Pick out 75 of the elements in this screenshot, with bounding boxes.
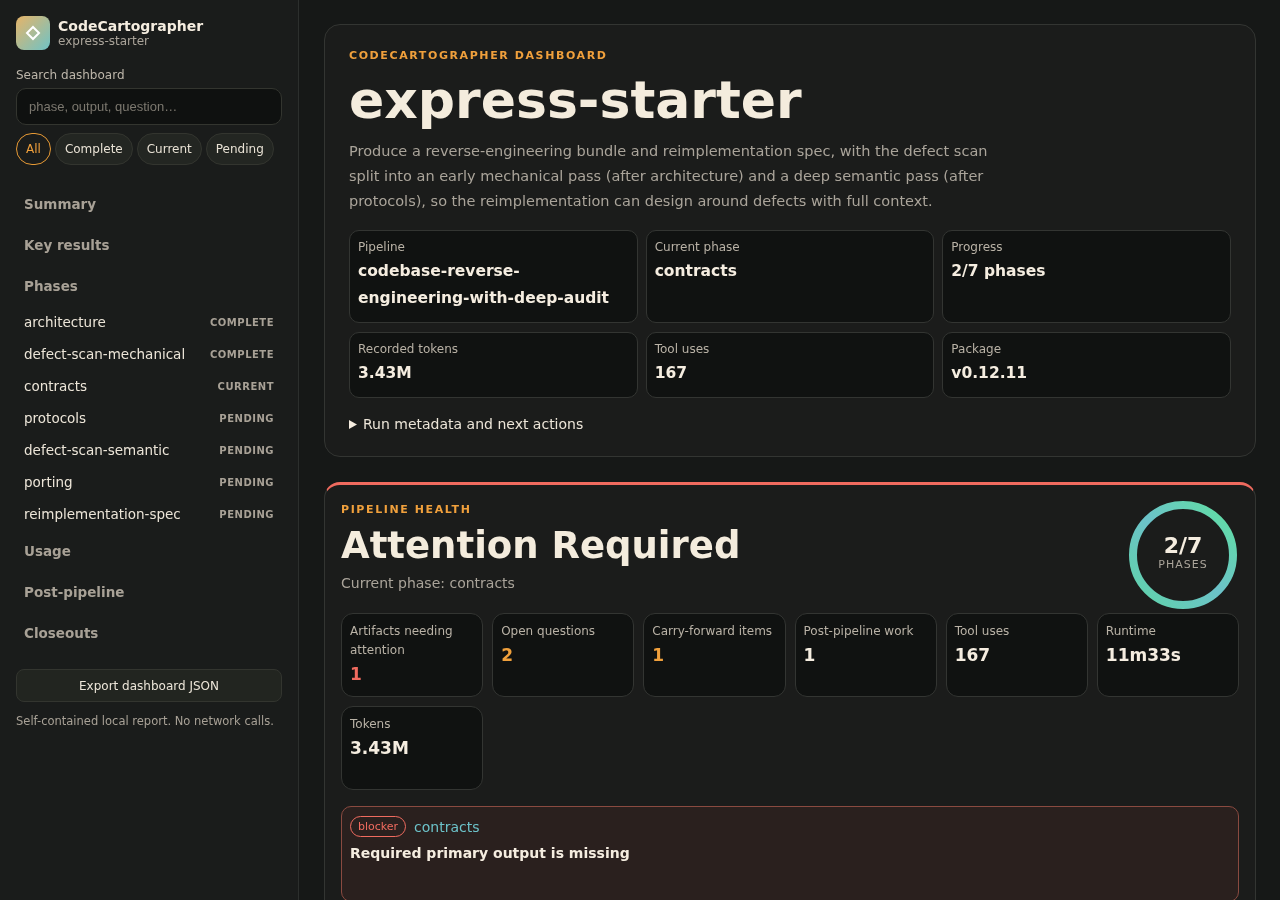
stat-value: 167: [954, 645, 992, 666]
details-toggle[interactable]: Run metadata and next actions: [349, 416, 584, 433]
fact-label: Progress: [951, 240, 1004, 255]
issue-title: Required primary output is missing: [350, 845, 631, 862]
phase-name: defect-scan-semantic: [24, 442, 170, 458]
phase-nav-item[interactable]: defect-scan-semantic PENDING: [16, 434, 282, 466]
phase-nav-item[interactable]: defect-scan-mechanical COMPLETE: [16, 338, 282, 370]
stat-label: Open questions: [501, 623, 597, 641]
fact-value: contracts: [654, 261, 738, 283]
stat-value: 1: [652, 645, 666, 666]
app-name: CodeCartographer: [58, 18, 204, 34]
fact-label: Pipeline: [358, 240, 406, 255]
export-button[interactable]: Export dashboard JSON: [16, 669, 282, 702]
phase-name: architecture: [24, 314, 106, 330]
fact-label: Package: [951, 342, 1003, 357]
stat-value: 1: [350, 664, 363, 685]
filter-chip[interactable]: Complete: [54, 133, 133, 165]
fact-value: v0.12.11: [951, 363, 1029, 385]
phase-status: PENDING: [219, 508, 274, 520]
stat-value: 3.43M: [350, 738, 410, 759]
phase-name: contracts: [24, 378, 88, 394]
stat-label: Tokens: [350, 716, 392, 734]
stat-label: Artifacts needing attention: [350, 623, 454, 660]
project-title: express-starter: [349, 72, 803, 130]
health-title: Attention Required: [341, 524, 741, 568]
fact-label: Tool uses: [654, 342, 711, 357]
ring-value: 2/7: [1163, 533, 1203, 559]
project-name: express-starter: [58, 34, 151, 48]
fact-label: Current phase: [654, 240, 741, 255]
nav-section[interactable]: Phases: [16, 265, 282, 306]
fact-value: 2/7 phases: [951, 261, 1047, 283]
fact-value: 167: [654, 363, 688, 385]
phase-status: CURRENT: [217, 380, 274, 392]
phase-nav-item[interactable]: porting PENDING: [16, 466, 282, 498]
stat-label: Tool uses: [954, 623, 1011, 641]
phase-status: PENDING: [219, 476, 274, 488]
nav-section[interactable]: Post-pipeline: [16, 571, 282, 612]
fact-value: 3.43M: [358, 363, 413, 385]
eyebrow-label: CODECARTOGRAPHER DASHBOARD: [349, 49, 609, 62]
health-subtitle: Current phase: contracts: [341, 575, 516, 592]
phase-status: PENDING: [219, 412, 274, 424]
phase-name: porting: [24, 474, 73, 490]
nav-section[interactable]: Key results: [16, 224, 282, 265]
fact-label: Recorded tokens: [358, 342, 460, 357]
stat-value: 11m33s: [1105, 645, 1182, 666]
stat-value: 2: [501, 645, 514, 666]
disclosure-triangle-icon: [349, 419, 357, 429]
fact-value: codebase-reverse-engineering-with-deep-audit: [358, 261, 610, 310]
phase-nav-item[interactable]: reimplementation-spec PENDING: [16, 498, 282, 530]
phase-status: COMPLETE: [210, 316, 274, 328]
ring-label: PHASES: [1158, 558, 1208, 572]
nav-section[interactable]: Usage: [16, 530, 282, 571]
phase-name: defect-scan-mechanical: [24, 346, 186, 362]
nav-section[interactable]: Summary: [16, 183, 282, 224]
filter-chip[interactable]: Pending: [205, 133, 274, 165]
stat-label: Runtime: [1105, 623, 1157, 641]
phase-status: COMPLETE: [210, 348, 274, 360]
phase-name: protocols: [24, 410, 87, 426]
phase-name: reimplementation-spec: [24, 506, 181, 522]
footnote: Self-contained local report. No network calls.: [16, 714, 275, 728]
issue-phase-link[interactable]: contracts: [414, 818, 480, 835]
stat-label: Carry-forward items: [652, 623, 774, 641]
search-field[interactable]: phase, output, question…: [16, 88, 282, 125]
phase-status: PENDING: [219, 444, 274, 456]
nav-section[interactable]: Closeouts: [16, 612, 282, 653]
stat-label: Post-pipeline work: [803, 623, 915, 641]
phase-nav-item[interactable]: contracts CURRENT: [16, 370, 282, 402]
search-label: Search dashboard: [16, 68, 126, 82]
description: Produce a reverse-engineering bundle and reimplementation spec, with the defect scan split into an early mechanical pass (after architecture) and a deep semantic pass (after protocols), so the reimplementation can design around defects with full context.: [349, 142, 989, 212]
stat-value: 1: [803, 645, 817, 666]
phase-nav-item[interactable]: protocols PENDING: [16, 402, 282, 434]
app-logo-icon: [16, 16, 50, 50]
eyebrow-label: PIPELINE HEALTH: [341, 503, 473, 517]
filter-chip[interactable]: Current: [136, 133, 202, 165]
phase-nav-item[interactable]: architecture COMPLETE: [16, 306, 282, 338]
